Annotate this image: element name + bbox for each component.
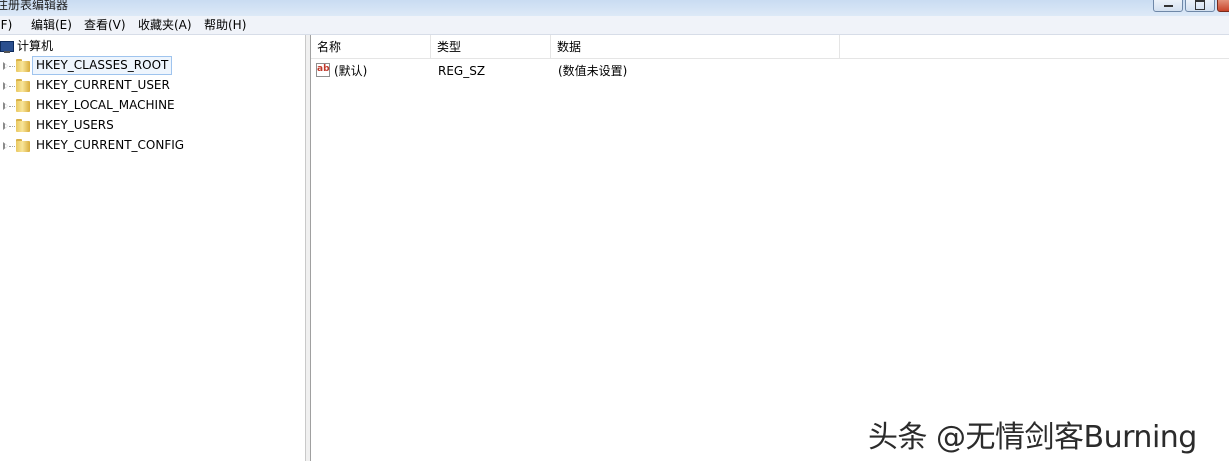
column-header-type[interactable]: 类型 <box>431 35 551 58</box>
minimize-button[interactable] <box>1153 0 1183 12</box>
menu-edit[interactable]: 编辑(E) <box>31 17 72 33</box>
computer-icon <box>0 41 14 53</box>
window-title: 注册表编辑器 <box>0 0 69 12</box>
menu-favorites[interactable]: 收藏夹(A) <box>138 17 192 33</box>
folder-icon <box>16 139 30 152</box>
expand-arrow-icon[interactable] <box>3 62 8 70</box>
close-button[interactable] <box>1217 0 1229 12</box>
column-header-data[interactable]: 数据 <box>551 35 840 58</box>
value-type: REG_SZ <box>438 64 486 78</box>
folder-icon <box>16 119 30 132</box>
tree-node-label: HKEY_CURRENT_CONFIG <box>36 138 185 152</box>
tree-connector <box>9 86 15 87</box>
expand-arrow-icon[interactable] <box>3 82 8 90</box>
string-value-icon: ab <box>316 63 330 77</box>
watermark-text: 头条 @无情剑客Burning <box>868 420 1197 455</box>
menu-view[interactable]: 查看(V) <box>84 17 126 33</box>
maximize-button[interactable] <box>1185 0 1215 12</box>
expand-arrow-icon[interactable] <box>3 102 8 110</box>
tree-connector <box>9 66 15 67</box>
tree-node-hkey-current-config[interactable]: HKEY_CURRENT_CONFIG <box>0 137 300 155</box>
tree-node-label: HKEY_LOCAL_MACHINE <box>36 98 175 112</box>
tree-node-hkey-current-user[interactable]: HKEY_CURRENT_USER <box>0 77 300 95</box>
folder-icon <box>16 59 30 72</box>
registry-tree-pane[interactable]: 计算机 HKEY_CLASSES_ROOT HKEY_CURRENT_USER … <box>0 35 306 461</box>
menu-file[interactable]: (F) <box>0 17 12 33</box>
list-item[interactable]: ab (默认) REG_SZ (数值未设置) <box>311 61 1229 81</box>
column-header-name[interactable]: 名称 <box>311 35 431 58</box>
tree-node-hkey-users[interactable]: HKEY_USERS <box>0 117 300 135</box>
folder-icon <box>16 99 30 112</box>
menu-bar: (F) 编辑(E) 查看(V) 收藏夹(A) 帮助(H) <box>0 16 1229 35</box>
tree-node-label: HKEY_USERS <box>36 118 114 132</box>
list-header: 名称 类型 数据 <box>311 35 1229 59</box>
registry-values-pane[interactable]: 名称 类型 数据 ab (默认) REG_SZ (数值未设置) <box>311 35 1229 461</box>
expand-arrow-icon[interactable] <box>3 122 8 130</box>
expand-arrow-icon[interactable] <box>3 142 8 150</box>
value-name: (默认) <box>334 64 368 78</box>
value-data: (数值未设置) <box>558 64 628 78</box>
title-bar: 注册表编辑器 <box>0 0 1229 16</box>
tree-node-hkey-local-machine[interactable]: HKEY_LOCAL_MACHINE <box>0 97 300 115</box>
tree-node-label: HKEY_CLASSES_ROOT <box>32 56 173 75</box>
tree-node-label: HKEY_CURRENT_USER <box>36 78 170 92</box>
tree-root-label: 计算机 <box>17 39 54 53</box>
folder-icon <box>16 79 30 92</box>
tree-connector <box>9 106 15 107</box>
tree-connector <box>9 126 15 127</box>
menu-help[interactable]: 帮助(H) <box>204 17 246 33</box>
tree-connector <box>9 146 15 147</box>
tree-node-hkey-classes-root[interactable]: HKEY_CLASSES_ROOT <box>0 56 300 75</box>
